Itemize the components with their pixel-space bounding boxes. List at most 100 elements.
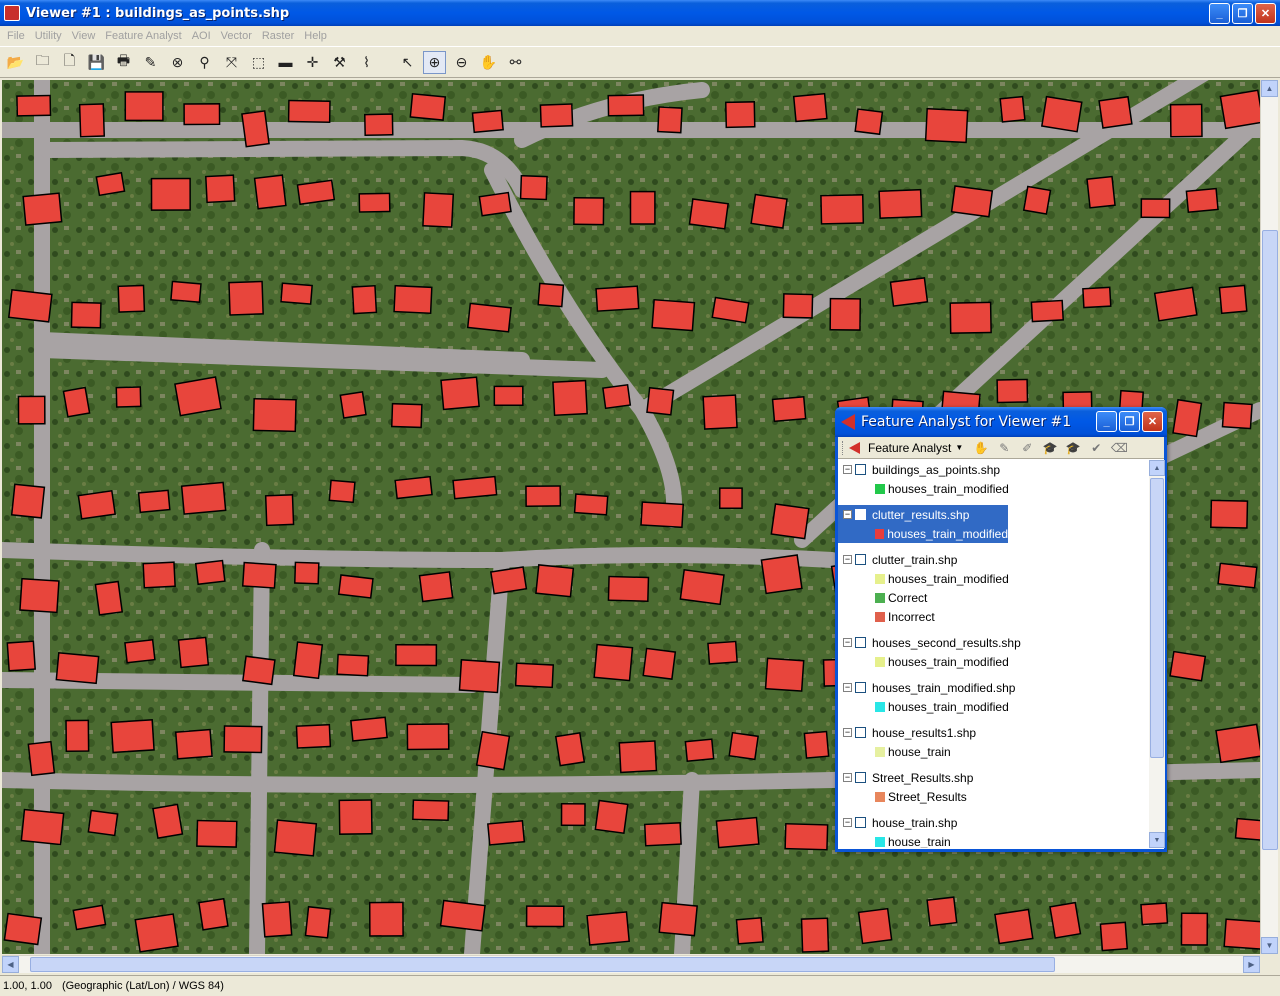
select-arrow-icon[interactable]: ↖ (396, 51, 419, 74)
save-icon[interactable]: 💾 (85, 51, 108, 74)
layer-visibility-checkbox[interactable] (855, 772, 866, 783)
learn-icon[interactable]: ✋ (971, 439, 991, 457)
scroll-left-icon[interactable]: ◀ (2, 956, 19, 973)
scroll-up-icon[interactable]: ▲ (1261, 80, 1278, 97)
graduate-icon[interactable]: 🎓 (1063, 439, 1083, 457)
fa-titlebar[interactable]: Feature Analyst for Viewer #1 _ ❐ ✕ (835, 407, 1167, 437)
legend-swatch[interactable] (875, 656, 885, 667)
menu-raster[interactable]: Raster (257, 30, 299, 42)
pencil-icon[interactable]: ✐ (1017, 439, 1037, 457)
collapse-icon[interactable]: − (843, 638, 852, 647)
app-icon (4, 5, 20, 21)
feature-analyst-logo-icon (849, 441, 860, 454)
legend-swatch[interactable] (875, 791, 885, 802)
vertical-scroll-thumb[interactable] (1262, 230, 1278, 850)
menu-aoi[interactable]: AOI (187, 30, 216, 42)
collapse-icon[interactable]: − (843, 465, 852, 474)
menu-vector[interactable]: Vector (216, 30, 257, 42)
collapse-icon[interactable]: − (843, 555, 852, 564)
vertical-scrollbar[interactable]: ▲ ▼ (1260, 80, 1278, 954)
scroll-right-icon[interactable]: ▶ (1243, 956, 1260, 973)
restore-button[interactable]: ❐ (1232, 3, 1253, 24)
collapse-icon[interactable]: − (843, 818, 852, 827)
legend-swatch[interactable] (875, 836, 885, 847)
remove-clutter-icon[interactable]: ⌫ (1109, 439, 1129, 457)
menu-file[interactable]: File (2, 30, 30, 42)
layer-row[interactable]: − buildings_as_points.shp (838, 460, 1148, 479)
horizontal-scrollbar[interactable]: ◀ ▶ (2, 955, 1260, 973)
building-polygon (422, 192, 455, 228)
zoom-in-icon[interactable]: ⊕ (423, 50, 446, 74)
clear-icon[interactable]: ⊗ (166, 51, 189, 74)
inquire-icon[interactable]: ⚲ (193, 51, 216, 74)
layer-visibility-checkbox[interactable] (855, 554, 866, 565)
collapse-icon[interactable]: − (843, 728, 852, 737)
legend-swatch[interactable] (875, 611, 885, 622)
fa-scroll-down-icon[interactable]: ▼ (1149, 832, 1165, 848)
collapse-icon[interactable]: − (843, 510, 852, 519)
menu-utility[interactable]: Utility (30, 30, 67, 42)
collapse-icon[interactable]: − (843, 683, 852, 692)
layer-visibility-checkbox[interactable]: ✓ (855, 509, 866, 520)
layer-visibility-checkbox[interactable] (855, 682, 866, 693)
zoom-extent-icon[interactable]: ⬚ (247, 51, 270, 74)
layer-visibility-checkbox[interactable] (855, 637, 866, 648)
layer-row[interactable]: − house_train.shp (838, 813, 1148, 832)
fa-scroll-thumb[interactable] (1150, 478, 1164, 758)
building-polygon (487, 819, 526, 846)
layer-visibility-checkbox[interactable] (855, 727, 866, 738)
profile-icon[interactable]: ⌇ (355, 51, 378, 74)
legend-swatch[interactable] (875, 701, 885, 712)
fa-vertical-scrollbar[interactable]: ▲ ▼ (1149, 460, 1165, 848)
layer-row[interactable]: − house_results1.shp (838, 723, 1148, 742)
menu-feature-analyst[interactable]: Feature Analyst (100, 30, 186, 42)
legend-swatch[interactable] (875, 528, 885, 539)
legend-swatch[interactable] (875, 746, 885, 757)
legend-label: house_train (888, 744, 951, 759)
fa-maximize-button[interactable]: ❐ (1119, 411, 1140, 432)
fa-menu-button[interactable]: Feature Analyst (868, 441, 951, 455)
open-folder-icon[interactable]: 📂 (4, 51, 27, 74)
legend-swatch[interactable] (875, 573, 885, 584)
building-polygon (1169, 650, 1207, 682)
close-button[interactable]: ✕ (1255, 3, 1276, 24)
layer-visibility-checkbox[interactable] (855, 817, 866, 828)
edit-icon[interactable]: ✎ (994, 439, 1014, 457)
legend-swatch[interactable] (875, 483, 885, 494)
scroll-down-icon[interactable]: ▼ (1261, 937, 1278, 954)
zoom-out-icon[interactable]: ⊖ (450, 51, 473, 74)
layer-row[interactable]: − clutter_train.shp (838, 550, 1148, 569)
fa-scroll-up-icon[interactable]: ▲ (1149, 460, 1165, 476)
pan-icon[interactable]: ✋ (477, 51, 500, 74)
building-polygon (770, 503, 810, 540)
dropdown-caret-icon[interactable]: ▼ (955, 443, 963, 452)
building-polygon (174, 728, 213, 760)
layer-visibility-checkbox[interactable] (855, 464, 866, 475)
horizontal-scroll-thumb[interactable] (30, 957, 1055, 972)
link-icon[interactable]: ⚯ (504, 51, 527, 74)
fa-minimize-button[interactable]: _ (1096, 411, 1117, 432)
layer-row[interactable]: − Street_Results.shp (838, 768, 1148, 787)
menu-view[interactable]: View (67, 30, 101, 42)
legend-swatch[interactable] (875, 592, 885, 603)
menu-help[interactable]: Help (299, 30, 332, 42)
toolbar-grip[interactable] (842, 440, 845, 455)
fa-close-button[interactable]: ✕ (1142, 411, 1163, 432)
print-icon[interactable]: 🖶 (112, 51, 135, 74)
teach-icon[interactable]: 🎓 (1040, 439, 1060, 457)
building-polygon (573, 196, 605, 226)
layer-row[interactable]: − houses_train_modified.shp (838, 678, 1148, 697)
measure-icon[interactable]: ▬ (274, 51, 297, 74)
check-icon[interactable]: ✔ (1086, 439, 1106, 457)
open-layer-icon[interactable]: 🗀 (31, 51, 54, 74)
window-titlebar[interactable]: Viewer #1 : buildings_as_points.shp _ ❐ … (0, 0, 1280, 26)
minimize-button[interactable]: _ (1209, 3, 1230, 24)
fit-icon[interactable]: ⤧ (220, 51, 243, 74)
new-icon[interactable]: 🗋 (58, 51, 81, 74)
layer-row[interactable]: − houses_second_results.shp (838, 633, 1148, 652)
layer-row[interactable]: − ✓ clutter_results.shp (838, 505, 1008, 524)
arrange-icon[interactable]: ⚒ (328, 51, 351, 74)
eraser-icon[interactable]: ✎ (139, 51, 162, 74)
collapse-icon[interactable]: − (843, 773, 852, 782)
crosshair-icon[interactable]: ✛ (301, 51, 324, 74)
